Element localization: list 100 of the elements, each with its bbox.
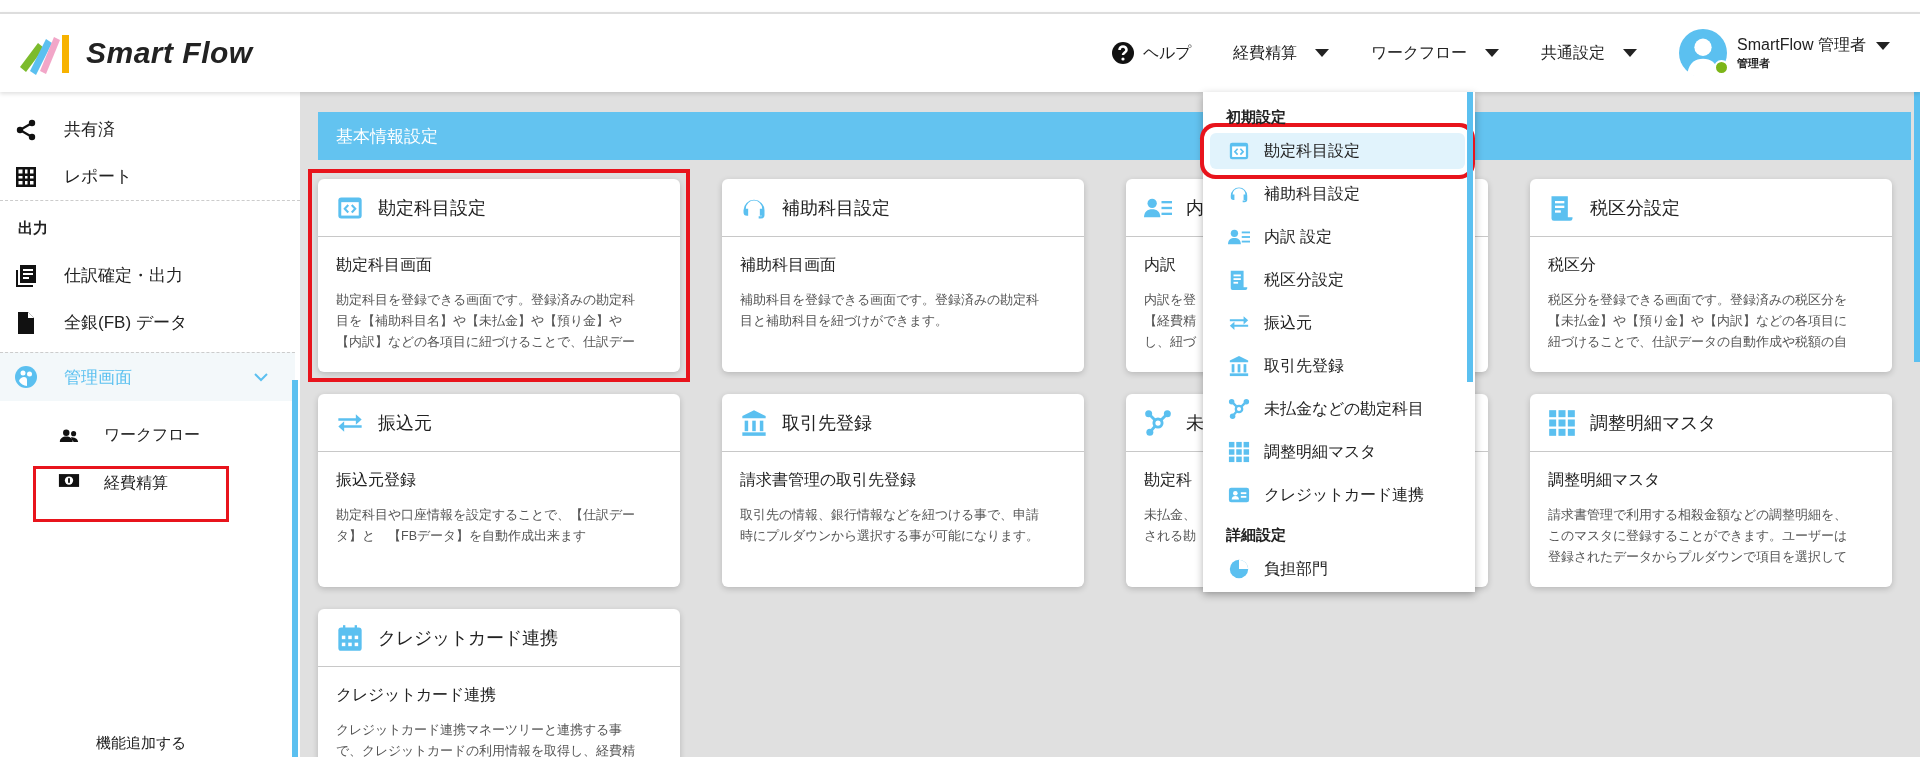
menu-item[interactable]: クレジットカード連携 (1210, 477, 1465, 513)
card-description: 勘定科目を登録できる画面です。登録済みの勘定科 (336, 292, 635, 309)
card-description: 請求書管理で利用する相殺金額などの調整明細を、 (1548, 507, 1847, 524)
nav-menu-button[interactable]: 経費精算 (1233, 42, 1330, 64)
receipt-icon (1228, 269, 1250, 291)
card-description: 【経費精 (1144, 313, 1196, 330)
caret-icon (1876, 41, 1890, 50)
card-description: このマスタに登録することができます。ユーザーは (1548, 528, 1847, 545)
menu-group-heading: 初期設定 (1226, 108, 1286, 125)
card-description: 内訳を登 (1144, 292, 1196, 309)
settings-card[interactable]: 取引先登録 請求書管理の取引先登録 取引先の情報、銀行情報などを紐つける事で、申請 時にプルダウンから選択する事が可能になります。 (722, 394, 1084, 587)
calendar-icon (336, 623, 364, 652)
grid-icon (1548, 408, 1576, 437)
add-feature-link[interactable]: 機能追加する (96, 734, 186, 751)
bank-icon (740, 408, 768, 437)
card-description: タ】と 【FBデータ】を自動作成出来ます (336, 528, 586, 545)
card-subtitle: 振込元登録 (336, 470, 417, 490)
card-description: 補助科目を登録できる画面です。登録済みの勘定科 (740, 292, 1039, 309)
section-heading: 出力 (18, 219, 48, 236)
settings-card[interactable]: クレジットカード連携 クレジットカード連携 クレジットカード連携マネーツリーと連携する事 で、クレジットカードの利用情報を取得し、経費精 (318, 609, 680, 757)
section-title: 基本情報設定 (336, 125, 438, 148)
card-description: で、クレジットカードの利用情報を取得し、経費精 (336, 743, 635, 757)
document-stack-icon (14, 263, 38, 288)
caret-icon (1623, 49, 1638, 57)
card-title: 振込元 (378, 411, 432, 435)
menu-item[interactable]: 税区分設定 (1210, 262, 1465, 298)
card-description: 目と補助科目を紐づけができます。 (740, 313, 948, 330)
scrollbar[interactable] (292, 380, 298, 757)
sidebar-item[interactable]: 共有済 (0, 106, 300, 153)
card-title: 未 (1186, 411, 1204, 435)
card-description: 未払金、 (1144, 507, 1196, 524)
card-description: 登録されたデータからプルダウンで項目を選択して (1548, 549, 1847, 566)
card-subtitle: クレジットカード連携 (336, 685, 497, 705)
user-name: SmartFlow 管理者 (1737, 35, 1866, 55)
bank-icon (1228, 355, 1250, 377)
card-description: し、紐づ (1144, 334, 1196, 351)
card-description: 【内訳】などの各項目に紐づけることで、仕訳デー (336, 334, 635, 351)
nav-menu-button[interactable]: 共通設定 (1541, 42, 1638, 64)
card-subtitle: 勘定科目画面 (336, 255, 433, 275)
share-icon (14, 117, 38, 142)
menu-item[interactable]: 振込元 (1210, 305, 1465, 341)
card-description: 時にプルダウンから選択する事が可能になります。 (740, 528, 1039, 545)
sidebar-subitem[interactable]: 経費精算 (36, 469, 226, 519)
card-subtitle: 内訳 (1144, 255, 1177, 275)
chevron-icon (253, 372, 269, 382)
card-description: 【未払金】や【預り金】や【内訳】などの各項目に (1548, 313, 1847, 330)
menu-item[interactable]: 未払金などの勘定科目 (1210, 391, 1465, 427)
table-icon (14, 164, 38, 189)
nav-menu-button[interactable]: ワークフロー (1371, 42, 1500, 64)
card-title: 内 (1186, 196, 1204, 220)
settings-card[interactable]: 勘定科目設定 勘定科目画面 勘定科目を登録できる画面です。登録済みの勘定科 目を【補助科目名】や【未払金】や【預り金】や 【内訳】などの各項目に紐づけることで、仕訳デー (318, 179, 680, 372)
settings-card[interactable]: 調整明細マスタ 調整明細マスタ 請求書管理で利用する相殺金額などの調整明細を、 このマスタに登録することができます。ユーザーは 登録されたデータからプルダウンで項目を選択して (1530, 394, 1892, 587)
card-subtitle: 勘定科 (1144, 470, 1193, 490)
card-subtitle: 請求書管理の取引先登録 (740, 470, 917, 490)
menu-item[interactable]: 取引先登録 (1210, 348, 1465, 384)
pie-icon (1228, 558, 1250, 580)
card-title: 調整明細マスタ (1590, 411, 1716, 435)
people-icon (58, 427, 80, 443)
menu-group-heading: 詳細設定 (1226, 526, 1286, 543)
settings-card[interactable]: 税区分設定 税区分 税区分を登録できる画面です。登録済みの税区分を 【未払金】や【預り金】や【内訳】などの各項目に 紐づけることで、仕訳データの自動作成や税額の自 (1530, 179, 1892, 372)
card-description: 紐づけることで、仕訳データの自動作成や税額の自 (1548, 334, 1847, 351)
menu-item[interactable]: 負担部門 (1210, 551, 1465, 587)
caret-icon (1485, 49, 1500, 57)
menu-item[interactable]: 補助科目設定 (1210, 176, 1465, 212)
card-subtitle: 補助科目画面 (740, 255, 837, 275)
grid-icon (1228, 441, 1250, 463)
card-title: 税区分設定 (1590, 196, 1680, 220)
caret-icon (1315, 49, 1330, 57)
card-subtitle: 調整明細マスタ (1548, 470, 1661, 490)
card-title: 取引先登録 (782, 411, 872, 435)
nodes-icon (1228, 398, 1250, 420)
menu-item[interactable]: 内訳 設定 (1210, 219, 1465, 255)
nav-label: ヘルプ (1143, 42, 1192, 63)
logo-text: Smart Flow (86, 36, 253, 70)
scrollbar[interactable] (1914, 92, 1920, 362)
card-title: 勘定科目設定 (378, 196, 486, 220)
card-title: 補助科目設定 (782, 196, 890, 220)
settings-card[interactable]: 振込元 振込元登録 勘定科目や口座情報を設定することで、【仕訳デー タ】と 【FBデータ】を自動作成出来ます (318, 394, 680, 587)
card-description: される勘 (1144, 528, 1196, 545)
help-link[interactable]: ヘルプ (1111, 41, 1192, 65)
help-icon (1111, 41, 1136, 65)
scrollbar[interactable] (1467, 92, 1473, 382)
banknote-icon (58, 473, 80, 488)
sidebar-item[interactable]: 仕訳確定・出力 (0, 252, 300, 299)
code-icon (1228, 140, 1250, 162)
user-role: 管理者 (1737, 56, 1772, 71)
card-description: 税区分を登録できる画面です。登録済みの税区分を (1548, 292, 1847, 309)
sidebar-item[interactable]: 全銀(FB) データ (0, 299, 300, 346)
sidebar-subitem[interactable]: ワークフロー (56, 415, 210, 455)
card-description: 目を【補助科目名】や【未払金】や【預り金】や (336, 313, 622, 330)
card-subtitle: 税区分 (1548, 255, 1597, 275)
card-title: クレジットカード連携 (378, 626, 558, 650)
sidebar-item[interactable]: レポート (0, 153, 300, 200)
card-description: クレジットカード連携マネーツリーと連携する事 (336, 722, 622, 739)
user-menu[interactable]: SmartFlow 管理者 管理者 (1679, 29, 1890, 77)
nodes-icon (1144, 408, 1172, 437)
settings-card[interactable]: 補助科目設定 補助科目画面 補助科目を登録できる画面です。登録済みの勘定科 目と補助科目を紐づけができます。 (722, 179, 1084, 372)
menu-item[interactable]: 調整明細マスタ (1210, 434, 1465, 470)
card-description: 勘定科目や口座情報を設定することで、【仕訳デー (336, 507, 635, 524)
card-description: 取引先の情報、銀行情報などを紐つける事で、申請 (740, 507, 1039, 524)
